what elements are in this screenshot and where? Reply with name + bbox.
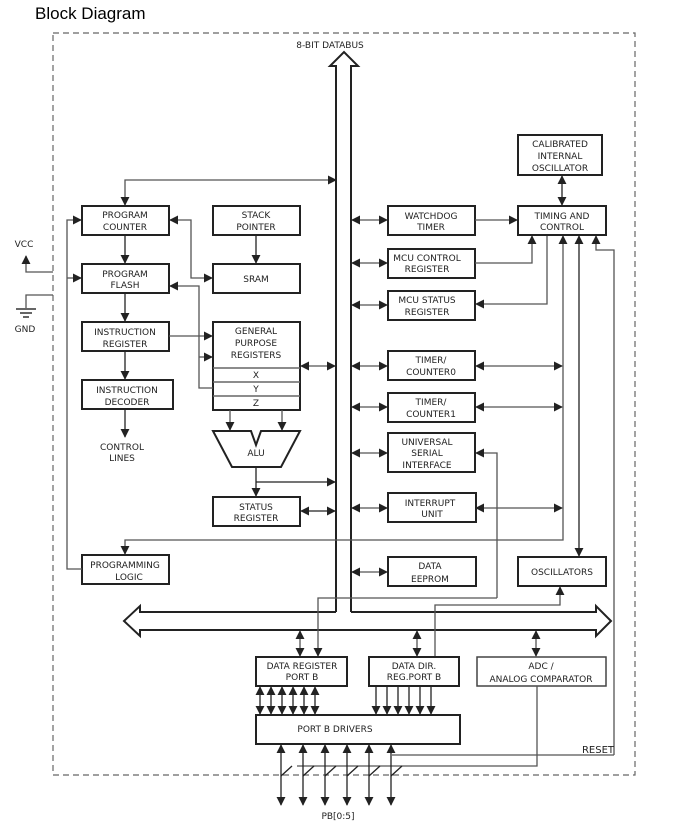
block-diagram: 8-BIT DATABUS PROGRAM COUNTER PROGRAM FL…	[15, 32, 636, 822]
svg-text:GND: GND	[15, 325, 36, 335]
svg-text:CALIBRATED: CALIBRATED	[532, 140, 588, 150]
svg-text:GENERAL: GENERAL	[235, 327, 277, 337]
svg-text:INTERRUPT: INTERRUPT	[405, 499, 456, 509]
usi-block: UNIVERSAL SERIAL INTERFACE	[387, 432, 476, 473]
adc-comparator-block: ADC / ANALOG COMPARATOR	[476, 656, 607, 687]
svg-text:REGISTER: REGISTER	[405, 308, 450, 318]
svg-text:PROGRAM: PROGRAM	[102, 211, 148, 221]
svg-text:REGISTER: REGISTER	[103, 340, 148, 350]
instruction-register-block: INSTRUCTION REGISTER	[81, 321, 170, 352]
svg-text:COUNTER1: COUNTER1	[406, 410, 456, 420]
svg-text:DATA REGISTER: DATA REGISTER	[267, 662, 338, 672]
svg-text:ANALOG COMPARATOR: ANALOG COMPARATOR	[490, 675, 593, 685]
svg-text:POINTER: POINTER	[236, 223, 275, 233]
svg-text:SERIAL: SERIAL	[411, 449, 442, 459]
sram-block: SRAM	[212, 263, 301, 294]
svg-text:DATA DIR.: DATA DIR.	[392, 662, 436, 672]
svg-text:TIMER: TIMER	[416, 223, 445, 233]
svg-text:PORT B DRIVERS: PORT B DRIVERS	[297, 725, 372, 735]
svg-text:REGISTERS: REGISTERS	[231, 351, 282, 361]
watchdog-timer-block: WATCHDOG TIMER	[387, 205, 476, 236]
svg-text:UNIT: UNIT	[421, 510, 443, 520]
svg-text:INSTRUCTION: INSTRUCTION	[96, 386, 158, 396]
svg-text:PROGRAM: PROGRAM	[102, 270, 148, 280]
data-dir-portb-block: DATA DIR. REG.PORT B	[368, 656, 460, 687]
svg-text:COUNTER: COUNTER	[103, 223, 147, 233]
svg-text:TIMING AND: TIMING AND	[534, 212, 590, 222]
data-eeprom-block: DATA EEPROM	[387, 556, 477, 587]
gpr-z: Z	[253, 399, 259, 409]
stack-pointer-block: STACK POINTER	[212, 205, 301, 236]
portb-dir-lines	[371, 686, 436, 715]
gnd-symbol: GND	[15, 294, 53, 335]
svg-text:INTERNAL: INTERNAL	[538, 152, 583, 162]
svg-text:DECODER: DECODER	[105, 398, 150, 408]
svg-text:WATCHDOG: WATCHDOG	[405, 212, 458, 222]
svg-text:EEPROM: EEPROM	[411, 575, 449, 585]
mcu-status-register-block: MCU STATUS REGISTER	[387, 290, 476, 321]
svg-text:VCC: VCC	[15, 240, 34, 250]
status-register-block: STATUS REGISTER	[212, 496, 301, 527]
timer-counter1-block: TIMER/ COUNTER1	[387, 392, 476, 423]
oscillators-block: OSCILLATORS	[517, 556, 607, 587]
programming-logic-block: PROGRAMMING LOGIC	[81, 554, 170, 585]
svg-text:TIMER/: TIMER/	[415, 398, 448, 408]
program-flash-block: PROGRAM FLASH	[81, 263, 170, 294]
svg-text:INSTRUCTION: INSTRUCTION	[94, 328, 156, 338]
svg-text:STATUS: STATUS	[239, 503, 273, 513]
svg-text:PORT B: PORT B	[286, 673, 319, 683]
svg-text:COUNTER0: COUNTER0	[406, 368, 456, 378]
interrupt-unit-block: INTERRUPT UNIT	[387, 492, 477, 523]
svg-text:REGISTER: REGISTER	[234, 514, 279, 524]
mcu-control-register-block: MCU CONTROL REGISTER	[387, 248, 476, 279]
svg-text:OSCILLATOR: OSCILLATOR	[532, 164, 588, 174]
program-counter-block: PROGRAM COUNTER	[81, 205, 170, 236]
reset-label: RESET	[582, 745, 615, 756]
instruction-decoder-block: INSTRUCTION DECODER	[81, 379, 174, 410]
gpr-x: X	[253, 371, 259, 381]
databus-vertical	[327, 50, 361, 612]
timing-control-block: TIMING AND CONTROL	[517, 205, 607, 236]
svg-text:ALU: ALU	[247, 449, 264, 459]
svg-text:ADC /: ADC /	[528, 662, 554, 672]
databus-horizontal	[122, 603, 613, 639]
databus-label: 8-BIT DATABUS	[296, 41, 364, 51]
svg-text:UNIVERSAL: UNIVERSAL	[401, 438, 452, 448]
gpr-y: Y	[252, 385, 259, 395]
portb-drivers-block: PORT B DRIVERS	[255, 714, 461, 745]
control-lines-label: CONTROL	[100, 443, 144, 453]
gpr-block: GENERAL PURPOSE REGISTERS X Y Z	[212, 321, 301, 411]
timer-counter0-block: TIMER/ COUNTER0	[387, 350, 476, 381]
svg-text:FLASH: FLASH	[110, 281, 139, 291]
svg-text:OSCILLATORS: OSCILLATORS	[531, 568, 593, 578]
data-register-portb-block: DATA REGISTER PORT B	[255, 656, 348, 687]
calibrated-oscillator-block: CALIBRATED INTERNAL OSCILLATOR	[517, 134, 603, 176]
svg-text:STACK: STACK	[242, 211, 272, 221]
svg-text:REG.PORT B: REG.PORT B	[387, 673, 441, 683]
svg-text:DATA: DATA	[418, 562, 442, 572]
svg-text:PROGRAMMING: PROGRAMMING	[90, 561, 160, 571]
svg-text:SRAM: SRAM	[243, 275, 269, 285]
pins-label: PB[0:5]	[321, 812, 354, 822]
alu-block: ALU	[211, 430, 302, 468]
svg-text:MCU CONTROL: MCU CONTROL	[393, 254, 460, 264]
svg-text:INTERFACE: INTERFACE	[402, 461, 451, 471]
vcc-symbol: VCC	[15, 240, 53, 273]
svg-text:CONTROL: CONTROL	[540, 223, 584, 233]
svg-text:PURPOSE: PURPOSE	[235, 339, 277, 349]
svg-text:LOGIC: LOGIC	[115, 573, 143, 583]
svg-text:MCU STATUS: MCU STATUS	[398, 296, 456, 306]
svg-text:TIMER/: TIMER/	[415, 356, 448, 366]
control-lines-label-2: LINES	[109, 454, 135, 464]
portb-data-lines	[255, 686, 320, 715]
svg-text:REGISTER: REGISTER	[405, 265, 450, 275]
